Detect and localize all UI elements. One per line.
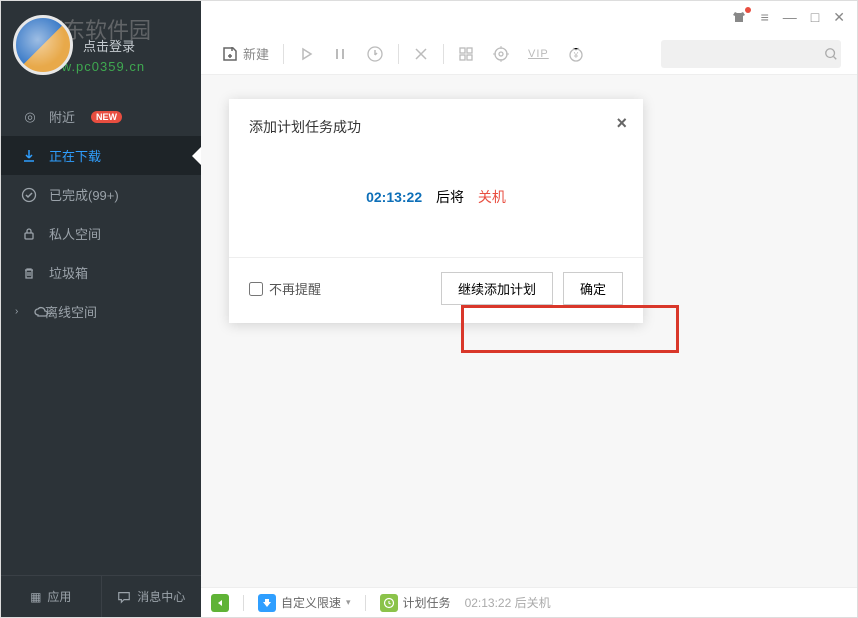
apps-label: 应用 (47, 588, 71, 605)
sidebar: 河东软件园 www.pc0359.cn 点击登录 ◎ 附近 NEW 正在下载 (1, 1, 201, 617)
delete-button[interactable] (409, 42, 433, 66)
dialog-body: 02:13:22 后将 关机 (229, 147, 643, 257)
separator (398, 44, 399, 64)
scheduled-task-button[interactable]: 计划任务 (380, 594, 451, 612)
dont-remind-checkbox[interactable]: 不再提醒 (249, 279, 321, 298)
main-area: ≡ — □ ✕ 新建 VIP ¥ (201, 1, 857, 617)
separator (443, 44, 444, 64)
sidebar-item-label: 垃圾箱 (49, 263, 88, 282)
chevron-right-icon: › (15, 306, 18, 317)
search-icon[interactable] (824, 47, 838, 61)
countdown-time: 02:13:22 (366, 189, 422, 205)
grid-icon: ▦ (30, 590, 41, 604)
toolbar: 新建 VIP ¥ (201, 33, 857, 75)
sidebar-item-downloading[interactable]: 正在下载 (1, 136, 201, 175)
separator (243, 595, 244, 611)
sidebar-item-label: 正在下载 (49, 146, 101, 165)
checkbox-input[interactable] (249, 282, 263, 296)
msg-label: 消息中心 (137, 588, 185, 605)
speed-icon (258, 594, 276, 612)
maximize-button[interactable]: □ (811, 9, 819, 25)
sidebar-nav: ◎ 附近 NEW 正在下载 已完成(99+) 私人空间 (1, 91, 201, 331)
avatar[interactable] (13, 15, 73, 75)
sidebar-item-nearby[interactable]: ◎ 附近 NEW (1, 97, 201, 136)
close-icon[interactable]: × (616, 113, 627, 134)
sidebar-bottom: ▦ 应用 消息中心 (1, 575, 201, 617)
close-button[interactable]: ✕ (833, 9, 845, 26)
chevron-down-icon: ▾ (346, 597, 351, 608)
task-label: 计划任务 (403, 594, 451, 611)
sidebar-item-label: 私人空间 (49, 224, 101, 243)
dialog-footer: 不再提醒 继续添加计划 确定 (229, 257, 643, 323)
countdown-action: 关机 (478, 189, 506, 205)
sidebar-item-trash[interactable]: 垃圾箱 (1, 253, 201, 292)
cloud-icon (33, 304, 51, 320)
sidebar-item-completed[interactable]: 已完成(99+) (1, 175, 201, 214)
lock-icon (21, 226, 39, 242)
content-area: 添加计划任务成功 × 02:13:22 后将 关机 不再提醒 继续添加计划 确定 (201, 75, 857, 587)
message-center-button[interactable]: 消息中心 (101, 576, 202, 617)
pause-button[interactable] (328, 42, 352, 66)
sidebar-item-private[interactable]: 私人空间 (1, 214, 201, 253)
speed-limit-button[interactable]: 自定义限速 ▾ (258, 594, 351, 612)
clock-icon (380, 594, 398, 612)
continue-add-button[interactable]: 继续添加计划 (441, 272, 553, 305)
sidebar-item-label: 离线空间 (45, 302, 97, 321)
new-label: 新建 (243, 44, 269, 63)
apps-button[interactable]: ▦ 应用 (1, 576, 101, 617)
menu-icon[interactable]: ≡ (761, 9, 769, 25)
new-icon (221, 45, 239, 63)
sidebar-item-label: 附近 (49, 107, 75, 126)
profile-area[interactable]: 点击登录 (1, 1, 201, 91)
download-icon (21, 148, 39, 164)
sidebar-item-offline[interactable]: › 离线空间 (1, 292, 201, 331)
task-info: 02:13:22 后关机 (465, 594, 551, 611)
speed-label: 自定义限速 (281, 594, 341, 611)
dialog-header: 添加计划任务成功 × (229, 99, 643, 147)
target-button[interactable] (488, 41, 514, 67)
separator (365, 595, 366, 611)
countdown-mid: 后将 (436, 189, 464, 205)
play-button[interactable] (294, 42, 318, 66)
chat-icon (117, 590, 131, 604)
checkbox-label: 不再提醒 (269, 279, 321, 298)
status-bar: 自定义限速 ▾ 计划任务 02:13:22 后关机 (201, 587, 857, 617)
priority-button[interactable] (362, 41, 388, 67)
login-text[interactable]: 点击登录 (83, 36, 135, 55)
dialog-title: 添加计划任务成功 (249, 119, 361, 135)
sidebar-item-label: 已完成(99+) (49, 185, 119, 204)
vip-button[interactable]: VIP (524, 44, 553, 64)
svg-text:¥: ¥ (573, 51, 579, 60)
minimize-button[interactable]: — (783, 9, 797, 25)
coin-button[interactable]: ¥ (563, 41, 589, 67)
search-box[interactable] (661, 40, 841, 68)
qr-button[interactable] (454, 42, 478, 66)
status-arrow-icon[interactable] (211, 594, 229, 612)
location-icon: ◎ (21, 109, 39, 125)
skin-icon[interactable] (731, 9, 747, 25)
separator (283, 44, 284, 64)
titlebar: ≡ — □ ✕ (201, 1, 857, 33)
check-icon (21, 187, 39, 203)
new-button[interactable]: 新建 (217, 40, 273, 67)
search-input[interactable] (669, 47, 824, 61)
task-success-dialog: 添加计划任务成功 × 02:13:22 后将 关机 不再提醒 继续添加计划 确定 (229, 99, 643, 323)
ok-button[interactable]: 确定 (563, 272, 623, 305)
trash-icon (21, 265, 39, 281)
new-badge: NEW (91, 111, 122, 123)
